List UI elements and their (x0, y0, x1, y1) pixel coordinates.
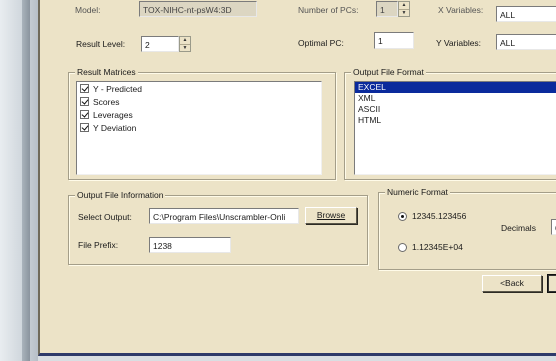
checkbox-checked-icon[interactable] (80, 84, 89, 93)
y-variables-label: Y Variables: (436, 38, 482, 48)
file-prefix-field[interactable]: 1238 (149, 237, 231, 253)
format-option-excel[interactable]: EXCEL (355, 82, 556, 93)
list-item[interactable]: Y - Predicted (77, 82, 321, 95)
file-prefix-label: File Prefix: (78, 240, 119, 250)
select-output-label: Select Output: (78, 212, 132, 222)
output-format-list[interactable]: EXCEL XML ASCII HTML (354, 81, 556, 175)
num-pcs-field[interactable]: 1 (376, 1, 398, 17)
output-format-group: Output File Format EXCEL XML ASCII HTML (344, 67, 556, 180)
result-matrices-title: Result Matrices (75, 67, 138, 77)
result-level-label: Result Level: (76, 39, 126, 49)
list-item-label: Y - Predicted (93, 83, 142, 94)
list-item[interactable]: Scores (77, 95, 321, 108)
checkbox-checked-icon[interactable] (80, 110, 89, 119)
result-level-spinner[interactable]: ▲ ▼ (179, 36, 191, 52)
decimals-label: Decimals (501, 223, 536, 233)
format-option-html[interactable]: HTML (355, 115, 556, 126)
format-option-xml[interactable]: XML (355, 93, 556, 104)
model-label: Model: (75, 5, 101, 15)
output-format-title: Output File Format (351, 67, 426, 77)
background-window (0, 0, 38, 361)
result-matrices-group: Result Matrices Y - Predicted Scores Lev… (68, 67, 336, 180)
window-frame-edge (22, 0, 30, 361)
x-variables-label: X Variables: (438, 5, 484, 15)
numeric-format-title: Numeric Format (385, 187, 450, 197)
result-level-field[interactable]: 2 (141, 36, 179, 52)
next-button[interactable] (548, 275, 556, 292)
list-item-label: Leverages (93, 109, 133, 120)
list-item-label: Scores (93, 96, 120, 107)
num-pcs-spinner[interactable]: ▲ ▼ (398, 1, 410, 17)
list-item[interactable]: Y Deviation (77, 121, 321, 134)
numeric-option-scientific[interactable]: 1.12345E+04 (412, 242, 463, 252)
radio-unselected-icon[interactable] (398, 243, 407, 252)
select-output-field[interactable]: C:\Program Files\Unscrambler-Onli (149, 208, 299, 224)
model-field[interactable]: TOX-NIHC-nt-psW4:3D (139, 1, 257, 17)
spin-down-icon[interactable]: ▼ (399, 10, 409, 17)
decimals-field[interactable]: 6 (551, 219, 556, 235)
format-option-ascii[interactable]: ASCII (355, 104, 556, 115)
num-pcs-label: Number of PCs: (298, 5, 359, 15)
numeric-option-fixed[interactable]: 12345.123456 (412, 211, 466, 221)
optimal-pc-label: Optimal PC: (298, 38, 344, 48)
numeric-format-group: Numeric Format 12345.123456 Decimals 6 1… (378, 187, 556, 270)
output-info-group: Output File Information Select Output: C… (68, 190, 368, 265)
browse-button[interactable]: Browse (305, 207, 357, 224)
export-dialog: Model: TOX-NIHC-nt-psW4:3D Number of PCs… (38, 0, 556, 356)
x-variables-field[interactable]: ALL (496, 6, 556, 22)
back-button[interactable]: <Back (482, 275, 542, 292)
y-variables-field[interactable]: ALL (496, 34, 556, 50)
radio-selected-icon[interactable] (398, 212, 407, 221)
optimal-pc-field[interactable]: 1 (374, 32, 414, 49)
spin-down-icon[interactable]: ▼ (180, 45, 190, 52)
spin-up-icon[interactable]: ▲ (180, 37, 190, 45)
checkbox-checked-icon[interactable] (80, 123, 89, 132)
output-info-title: Output File Information (75, 190, 166, 200)
list-item-label: Y Deviation (93, 122, 137, 133)
result-matrices-list[interactable]: Y - Predicted Scores Leverages Y Deviati… (76, 81, 322, 175)
list-item[interactable]: Leverages (77, 108, 321, 121)
checkbox-checked-icon[interactable] (80, 97, 89, 106)
spin-up-icon[interactable]: ▲ (399, 2, 409, 10)
